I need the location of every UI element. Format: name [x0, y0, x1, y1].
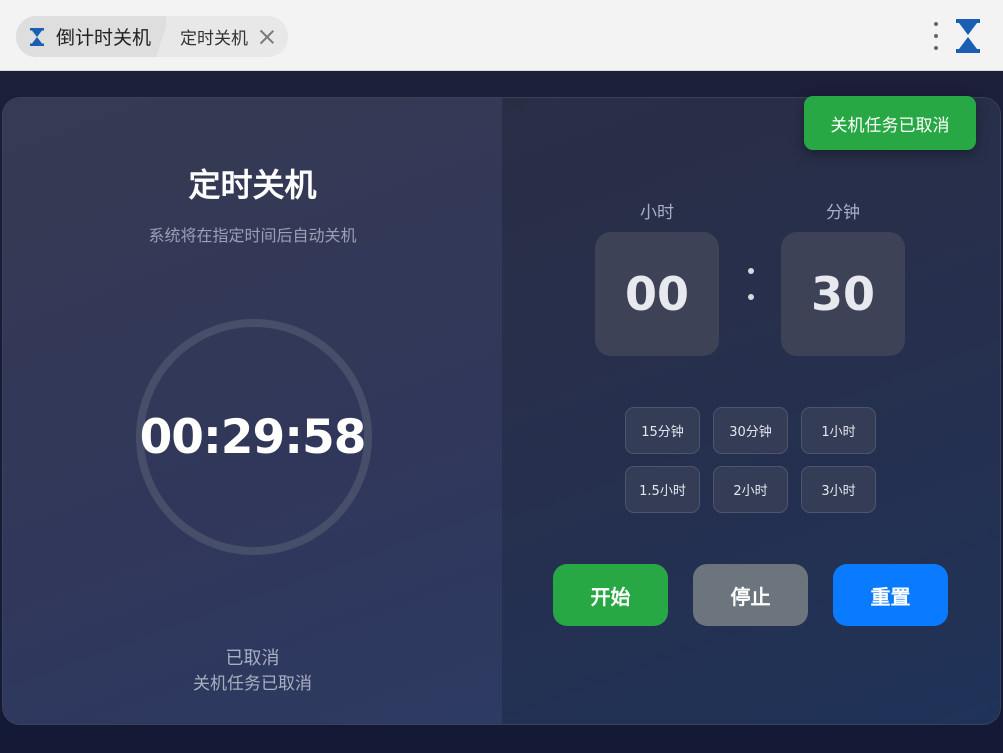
page-title: 定时关机	[188, 166, 317, 204]
tab-sub[interactable]: 定时关机	[166, 16, 288, 57]
tab-main[interactable]: 倒计时关机	[16, 16, 166, 57]
app-logo-icon	[956, 19, 980, 53]
reset-button[interactable]: 重置	[833, 564, 948, 626]
preset-15min-button[interactable]: 15分钟	[625, 407, 700, 454]
tab-main-label: 倒计时关机	[56, 27, 152, 49]
settings-panel: 小时 分钟 00 30 15分钟 30分钟 1小时 1.5小时 2小时 3小时 …	[502, 98, 1000, 724]
preset-3h-button[interactable]: 3小时	[801, 466, 876, 513]
more-menu-icon[interactable]	[930, 22, 942, 50]
status-text: 已取消	[225, 648, 280, 669]
notification-toast: 关机任务已取消	[804, 96, 976, 150]
page-subtitle: 系统将在指定时间后自动关机	[148, 226, 357, 245]
time-separator	[745, 268, 757, 300]
timer-card: 定时关机 系统将在指定时间后自动关机 00:29:58 已取消 关机任务已取消 …	[2, 97, 1001, 725]
tab-sub-label: 定时关机	[180, 29, 248, 49]
hours-label: 小时	[640, 203, 674, 223]
preset-1-5h-button[interactable]: 1.5小时	[625, 466, 700, 513]
preset-2h-button[interactable]: 2小时	[713, 466, 788, 513]
hourglass-icon	[30, 27, 44, 46]
stop-button[interactable]: 停止	[693, 564, 808, 626]
preset-30min-button[interactable]: 30分钟	[713, 407, 788, 454]
close-icon[interactable]	[258, 28, 276, 46]
countdown-display: 00:29:58	[139, 410, 367, 465]
hours-input[interactable]: 00	[595, 232, 719, 356]
browser-chrome: 倒计时关机 定时关机	[0, 0, 1003, 71]
status-detail-text: 关机任务已取消	[193, 674, 312, 694]
start-button[interactable]: 开始	[553, 564, 668, 626]
minutes-label: 分钟	[826, 203, 860, 223]
minutes-input[interactable]: 30	[781, 232, 905, 356]
countdown-panel: 定时关机 系统将在指定时间后自动关机 00:29:58 已取消 关机任务已取消	[3, 98, 502, 724]
preset-1h-button[interactable]: 1小时	[801, 407, 876, 454]
